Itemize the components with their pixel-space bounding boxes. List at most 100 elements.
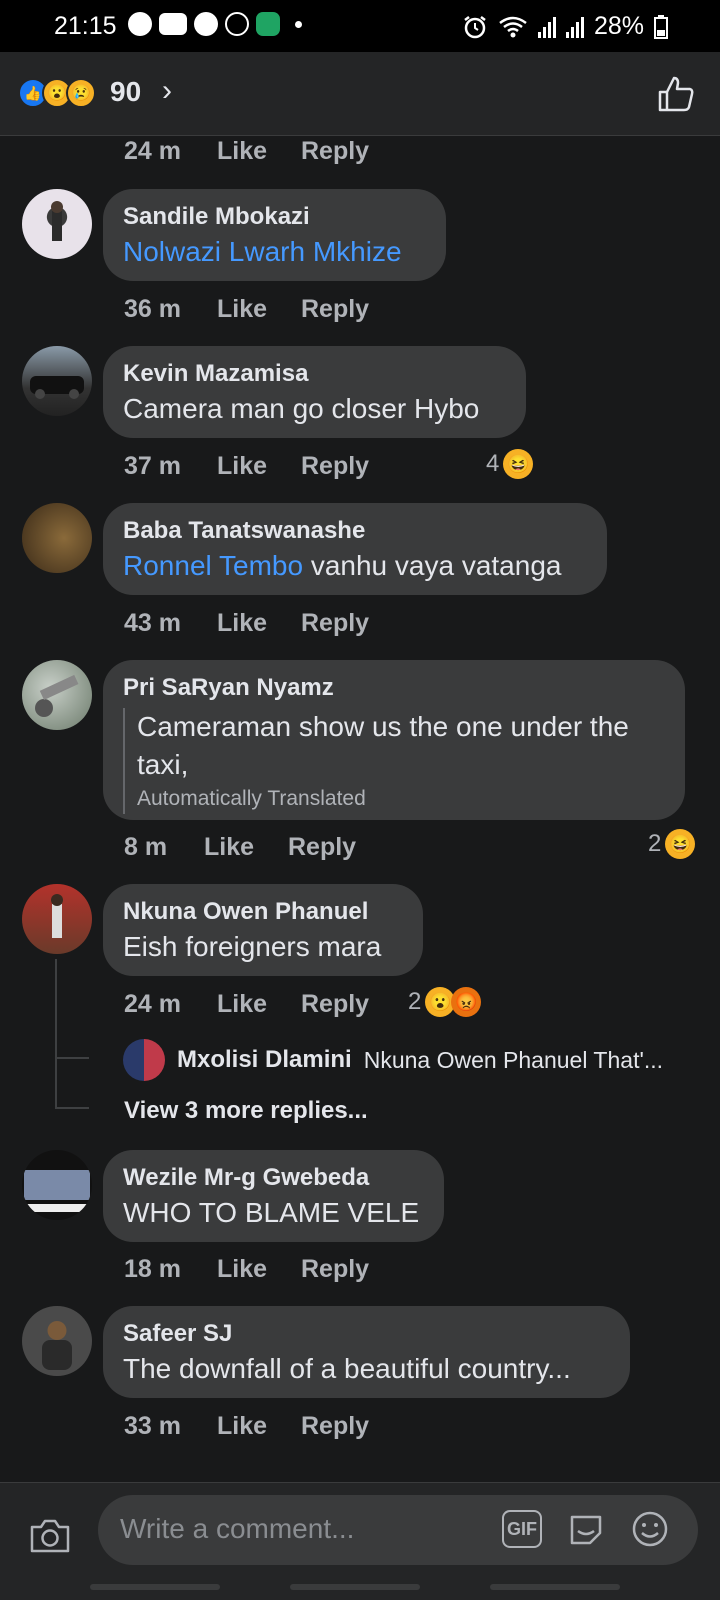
reply-button[interactable]: Reply	[288, 833, 356, 862]
view-more-replies-link[interactable]: View 3 more replies...	[124, 1097, 368, 1125]
avatar[interactable]	[22, 189, 92, 259]
comment-time: 24 m	[124, 990, 181, 1018]
facebook-notification-icon	[128, 12, 152, 36]
comment-time: 43 m	[124, 609, 181, 637]
avatar[interactable]	[123, 1039, 165, 1081]
reply-button[interactable]: Reply	[301, 990, 369, 1019]
signal-icon	[565, 16, 584, 38]
comment-reaction-count[interactable]: 2 😆	[648, 829, 696, 859]
notification-icons	[128, 12, 302, 36]
commenter-name[interactable]: Sandile Mbokazi	[123, 201, 426, 233]
reply-button[interactable]: Reply	[301, 295, 369, 324]
comment-text: vanhu vaya vatanga	[303, 550, 562, 581]
comment-actions: 43 m Like Reply	[124, 609, 369, 638]
signal-icon	[537, 16, 556, 38]
comment-time: 18 m	[124, 1255, 181, 1283]
comment-bubble[interactable]: Kevin Mazamisa Camera man go closer Hybo	[103, 346, 526, 438]
system-icons: 28%	[462, 12, 668, 41]
sticker-icon[interactable]	[566, 1509, 606, 1549]
more-notifications-icon	[295, 20, 302, 28]
mention-link[interactable]: Ronnel Tembo	[123, 550, 303, 581]
reply-button[interactable]: Reply	[301, 137, 369, 166]
reaction-number: 4	[486, 450, 500, 477]
translated-block: Cameraman show us the one under the taxi…	[123, 708, 665, 814]
reaction-summary[interactable]: 👍 😮 😢	[18, 78, 96, 108]
reply-button[interactable]: Reply	[301, 1255, 369, 1284]
reply-button[interactable]: Reply	[301, 609, 369, 638]
comment-text: WHO TO BLAME VELE	[123, 1197, 420, 1228]
wifi-icon	[499, 16, 527, 37]
comment-time: 37 m	[124, 452, 181, 480]
comment-actions: 36 m Like Reply	[124, 295, 369, 324]
comment-time: 24 m	[124, 137, 181, 165]
battery-icon	[654, 14, 668, 39]
comment-actions: 24 m Like Reply	[124, 137, 369, 166]
reactions-header: 👍 😮 😢 90 ›	[0, 52, 720, 136]
battery-percent: 28%	[593, 12, 644, 40]
commenter-name[interactable]: Wezile Mr-g Gwebeda	[123, 1162, 424, 1194]
app-notification-icon	[256, 12, 280, 36]
comment-actions: 33 m Like Reply	[124, 1412, 369, 1441]
thread-connector	[55, 1057, 89, 1059]
comment-text: Camera man go closer Hybo	[123, 393, 480, 424]
like-comment-button[interactable]: Like	[217, 452, 301, 481]
comment-bubble[interactable]: Wezile Mr-g Gwebeda WHO TO BLAME VELE	[103, 1150, 444, 1242]
like-comment-button[interactable]: Like	[217, 295, 301, 324]
commenter-name[interactable]: Nkuna Owen Phanuel	[123, 896, 403, 928]
haha-reaction-icon: 😆	[503, 449, 534, 479]
system-nav-bar	[0, 1580, 720, 1600]
like-comment-button[interactable]: Like	[217, 1255, 301, 1284]
nav-handle[interactable]	[90, 1584, 220, 1590]
avatar[interactable]	[22, 346, 92, 416]
like-comment-button[interactable]: Like	[217, 609, 301, 638]
reply-button[interactable]: Reply	[301, 452, 369, 481]
reply-button[interactable]: Reply	[301, 1412, 369, 1441]
mention-link[interactable]: Nolwazi Lwarh Mkhize	[123, 236, 402, 267]
comment-actions: 37 m Like Reply	[124, 452, 369, 481]
gif-button[interactable]: GIF	[502, 1510, 542, 1548]
like-comment-button[interactable]: Like	[217, 1412, 301, 1441]
sad-reaction-icon: 😢	[66, 78, 96, 108]
avatar[interactable]	[22, 503, 92, 573]
comment-input-placeholder: Write a comment...	[120, 1513, 355, 1544]
thread-connector	[55, 1107, 89, 1109]
comment-text: Cameraman show us the one under the taxi…	[137, 711, 629, 780]
comment-time: 8 m	[124, 833, 168, 861]
like-comment-button[interactable]: Like	[204, 833, 288, 862]
comment-reaction-count[interactable]: 4 😆	[486, 449, 534, 479]
comment-bubble[interactable]: Safeer SJ The downfall of a beautiful co…	[103, 1306, 630, 1398]
like-button[interactable]	[656, 74, 696, 114]
avatar[interactable]	[22, 1150, 92, 1220]
comment-reaction-count[interactable]: 2 😮 😡	[408, 987, 482, 1017]
reaction-number: 2	[648, 830, 662, 857]
chevron-right-icon[interactable]: ›	[162, 74, 172, 108]
reply-preview[interactable]: Mxolisi Dlamini Nkuna Owen Phanuel That'…	[123, 1039, 663, 1081]
like-comment-button[interactable]: Like	[217, 990, 301, 1019]
avatar[interactable]	[22, 1306, 92, 1376]
avatar[interactable]	[22, 660, 92, 730]
facebook-notification-icon	[194, 12, 218, 36]
comment-text: Eish foreigners mara	[123, 931, 382, 962]
translation-label[interactable]: Automatically Translated	[137, 784, 665, 814]
reaction-count[interactable]: 90	[110, 76, 141, 108]
nav-handle[interactable]	[490, 1584, 620, 1590]
comment-bubble[interactable]: Baba Tanatswanashe Ronnel Tembo vanhu va…	[103, 503, 607, 595]
commenter-name[interactable]: Pri SaRyan Nyamz	[123, 672, 665, 704]
comment-input[interactable]: Write a comment... GIF	[98, 1495, 698, 1565]
comment-time: 33 m	[124, 1412, 181, 1440]
avatar[interactable]	[22, 884, 92, 954]
like-comment-button[interactable]: Like	[217, 137, 301, 166]
comment-actions: 8 m Like Reply	[124, 833, 356, 862]
camera-icon[interactable]	[28, 1515, 72, 1555]
comment-bubble[interactable]: Sandile Mbokazi Nolwazi Lwarh Mkhize	[103, 189, 446, 281]
commenter-name[interactable]: Baba Tanatswanashe	[123, 515, 587, 547]
nav-handle[interactable]	[290, 1584, 420, 1590]
comment-bubble[interactable]: Pri SaRyan Nyamz Cameraman show us the o…	[103, 660, 685, 820]
emoji-icon[interactable]	[630, 1509, 670, 1549]
comment-time: 36 m	[124, 295, 181, 323]
comment-bubble[interactable]: Nkuna Owen Phanuel Eish foreigners mara	[103, 884, 423, 976]
comments-list[interactable]: 24 m Like Reply Sandile Mbokazi Nolwazi …	[0, 137, 720, 1482]
commenter-name[interactable]: Safeer SJ	[123, 1318, 610, 1350]
commenter-name[interactable]: Kevin Mazamisa	[123, 358, 506, 390]
reply-author-name[interactable]: Mxolisi Dlamini	[177, 1046, 352, 1074]
